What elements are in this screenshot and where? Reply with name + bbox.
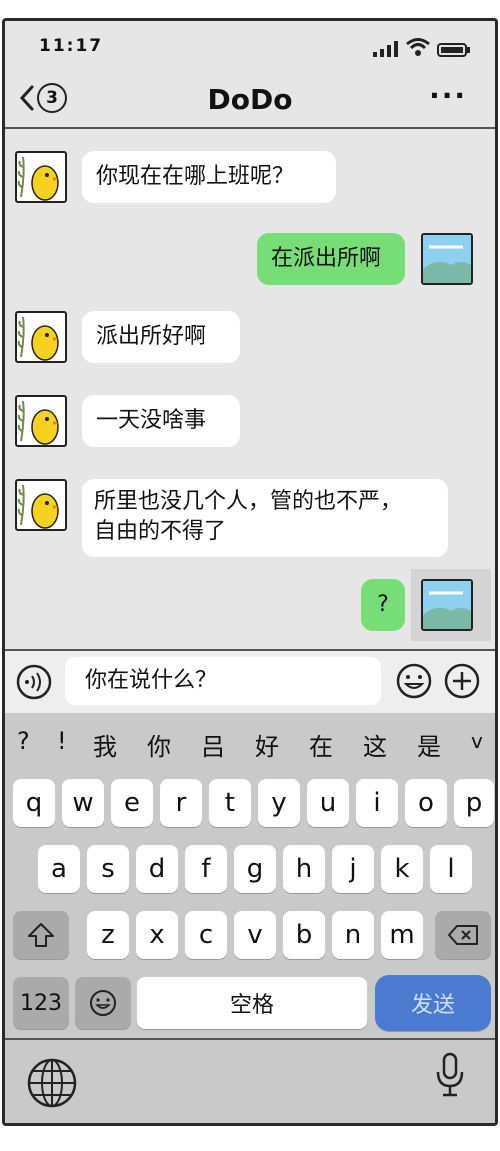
- signal-icon: [373, 41, 398, 57]
- more-button[interactable]: ···: [429, 79, 467, 112]
- key-v[interactable]: v: [234, 911, 276, 959]
- emoji-key[interactable]: [75, 977, 131, 1029]
- yellow-chick-avatar-icon: [17, 400, 59, 445]
- key-i[interactable]: i: [356, 779, 398, 827]
- globe-icon[interactable]: [25, 1056, 79, 1110]
- message-bubble-incoming[interactable]: 你现在在哪上班呢？: [82, 151, 336, 203]
- status-time: 11:17: [39, 36, 104, 56]
- emoji-icon: [90, 990, 116, 1016]
- key-q[interactable]: q: [13, 779, 55, 827]
- message-line: 所里也没几个人，管的也不严，: [94, 489, 403, 514]
- candidate-item[interactable]: 是: [417, 727, 441, 762]
- send-key[interactable]: 发送: [375, 975, 491, 1031]
- key-p[interactable]: p: [454, 779, 494, 827]
- expand-candidates-button[interactable]: v: [471, 729, 483, 753]
- key-x[interactable]: x: [136, 911, 178, 959]
- key-j[interactable]: j: [332, 845, 374, 893]
- key-g[interactable]: g: [234, 845, 276, 893]
- message-input-bar: 你在说什么？: [5, 649, 495, 715]
- self-avatar[interactable]: [421, 579, 473, 631]
- message-list: 你现在在哪上班呢？ 在派出所啊 派出所好啊 一天没啥事 所里也没几个人，管的也不…: [5, 129, 495, 649]
- key-k[interactable]: k: [381, 845, 423, 893]
- message-bubble-incoming[interactable]: 派出所好啊: [82, 311, 240, 363]
- message-bubble-outgoing[interactable]: 在派出所啊: [257, 233, 405, 285]
- candidate-item[interactable]: 这: [363, 727, 387, 762]
- key-c[interactable]: c: [185, 911, 227, 959]
- microphone-icon[interactable]: [435, 1052, 465, 1098]
- contact-avatar[interactable]: [15, 311, 67, 363]
- key-b[interactable]: b: [283, 911, 325, 959]
- status-bar: 11:17: [5, 21, 495, 77]
- space-key[interactable]: 空格: [137, 977, 367, 1029]
- candidate-item[interactable]: 好: [255, 727, 279, 762]
- key-h[interactable]: h: [283, 845, 325, 893]
- page-title: DoDo: [207, 83, 293, 116]
- landscape-image-icon: [423, 235, 471, 283]
- contact-avatar[interactable]: [15, 479, 67, 531]
- key-r[interactable]: r: [160, 779, 202, 827]
- message-bubble-incoming[interactable]: 一天没啥事: [82, 395, 240, 447]
- message-bubble-outgoing[interactable]: ?: [361, 579, 405, 631]
- candidate-item[interactable]: 你: [147, 727, 171, 762]
- chat-header: 3 DoDo ···: [5, 77, 495, 129]
- key-l[interactable]: l: [430, 845, 472, 893]
- key-w[interactable]: w: [62, 779, 104, 827]
- key-f[interactable]: f: [185, 845, 227, 893]
- keyboard-bottom-bar: [5, 1038, 495, 1123]
- key-e[interactable]: e: [111, 779, 153, 827]
- number-mode-key[interactable]: 123: [13, 977, 69, 1029]
- backspace-icon: [448, 925, 478, 945]
- key-o[interactable]: o: [405, 779, 447, 827]
- message-bubble-incoming[interactable]: 所里也没几个人，管的也不严， 自由的不得了: [82, 479, 448, 557]
- key-t[interactable]: t: [209, 779, 251, 827]
- battery-icon: [437, 43, 470, 57]
- candidate-item[interactable]: 我: [93, 727, 117, 762]
- message-line: 自由的不得了: [94, 519, 227, 544]
- phone-frame: 11:17 3 DoDo ··· 你现在在哪上班呢？ 在派出所啊 派出所好啊 一…: [2, 18, 498, 1126]
- candidate-item[interactable]: 吕: [201, 727, 225, 762]
- key-z[interactable]: z: [87, 911, 129, 959]
- voice-input-icon[interactable]: [15, 663, 53, 701]
- message-input[interactable]: 你在说什么？: [65, 657, 381, 705]
- candidate-item[interactable]: ?: [17, 727, 30, 755]
- yellow-chick-avatar-icon: [17, 316, 59, 361]
- key-d[interactable]: d: [136, 845, 178, 893]
- candidate-bar: ? ! 我 你 吕 好 在 这 是 v: [5, 727, 495, 763]
- wifi-icon: [406, 38, 430, 56]
- keyboard: ? ! 我 你 吕 好 在 这 是 v q w e r t y u i o p …: [5, 713, 495, 1038]
- contact-avatar[interactable]: [15, 151, 67, 203]
- key-a[interactable]: a: [38, 845, 80, 893]
- contact-avatar[interactable]: [15, 395, 67, 447]
- landscape-image-icon: [423, 581, 471, 629]
- shift-key[interactable]: [13, 911, 69, 959]
- emoji-icon[interactable]: [395, 662, 433, 700]
- candidate-item[interactable]: !: [57, 727, 67, 755]
- key-u[interactable]: u: [307, 779, 349, 827]
- plus-icon[interactable]: [443, 662, 481, 700]
- candidate-item[interactable]: 在: [309, 727, 333, 762]
- key-n[interactable]: n: [332, 911, 374, 959]
- backspace-key[interactable]: [435, 911, 491, 959]
- key-m[interactable]: m: [381, 911, 423, 959]
- key-y[interactable]: y: [258, 779, 300, 827]
- self-avatar[interactable]: [421, 233, 473, 285]
- yellow-chick-avatar-icon: [17, 484, 59, 529]
- shift-arrow-icon: [28, 923, 54, 947]
- yellow-chick-avatar-icon: [17, 156, 59, 201]
- key-s[interactable]: s: [87, 845, 129, 893]
